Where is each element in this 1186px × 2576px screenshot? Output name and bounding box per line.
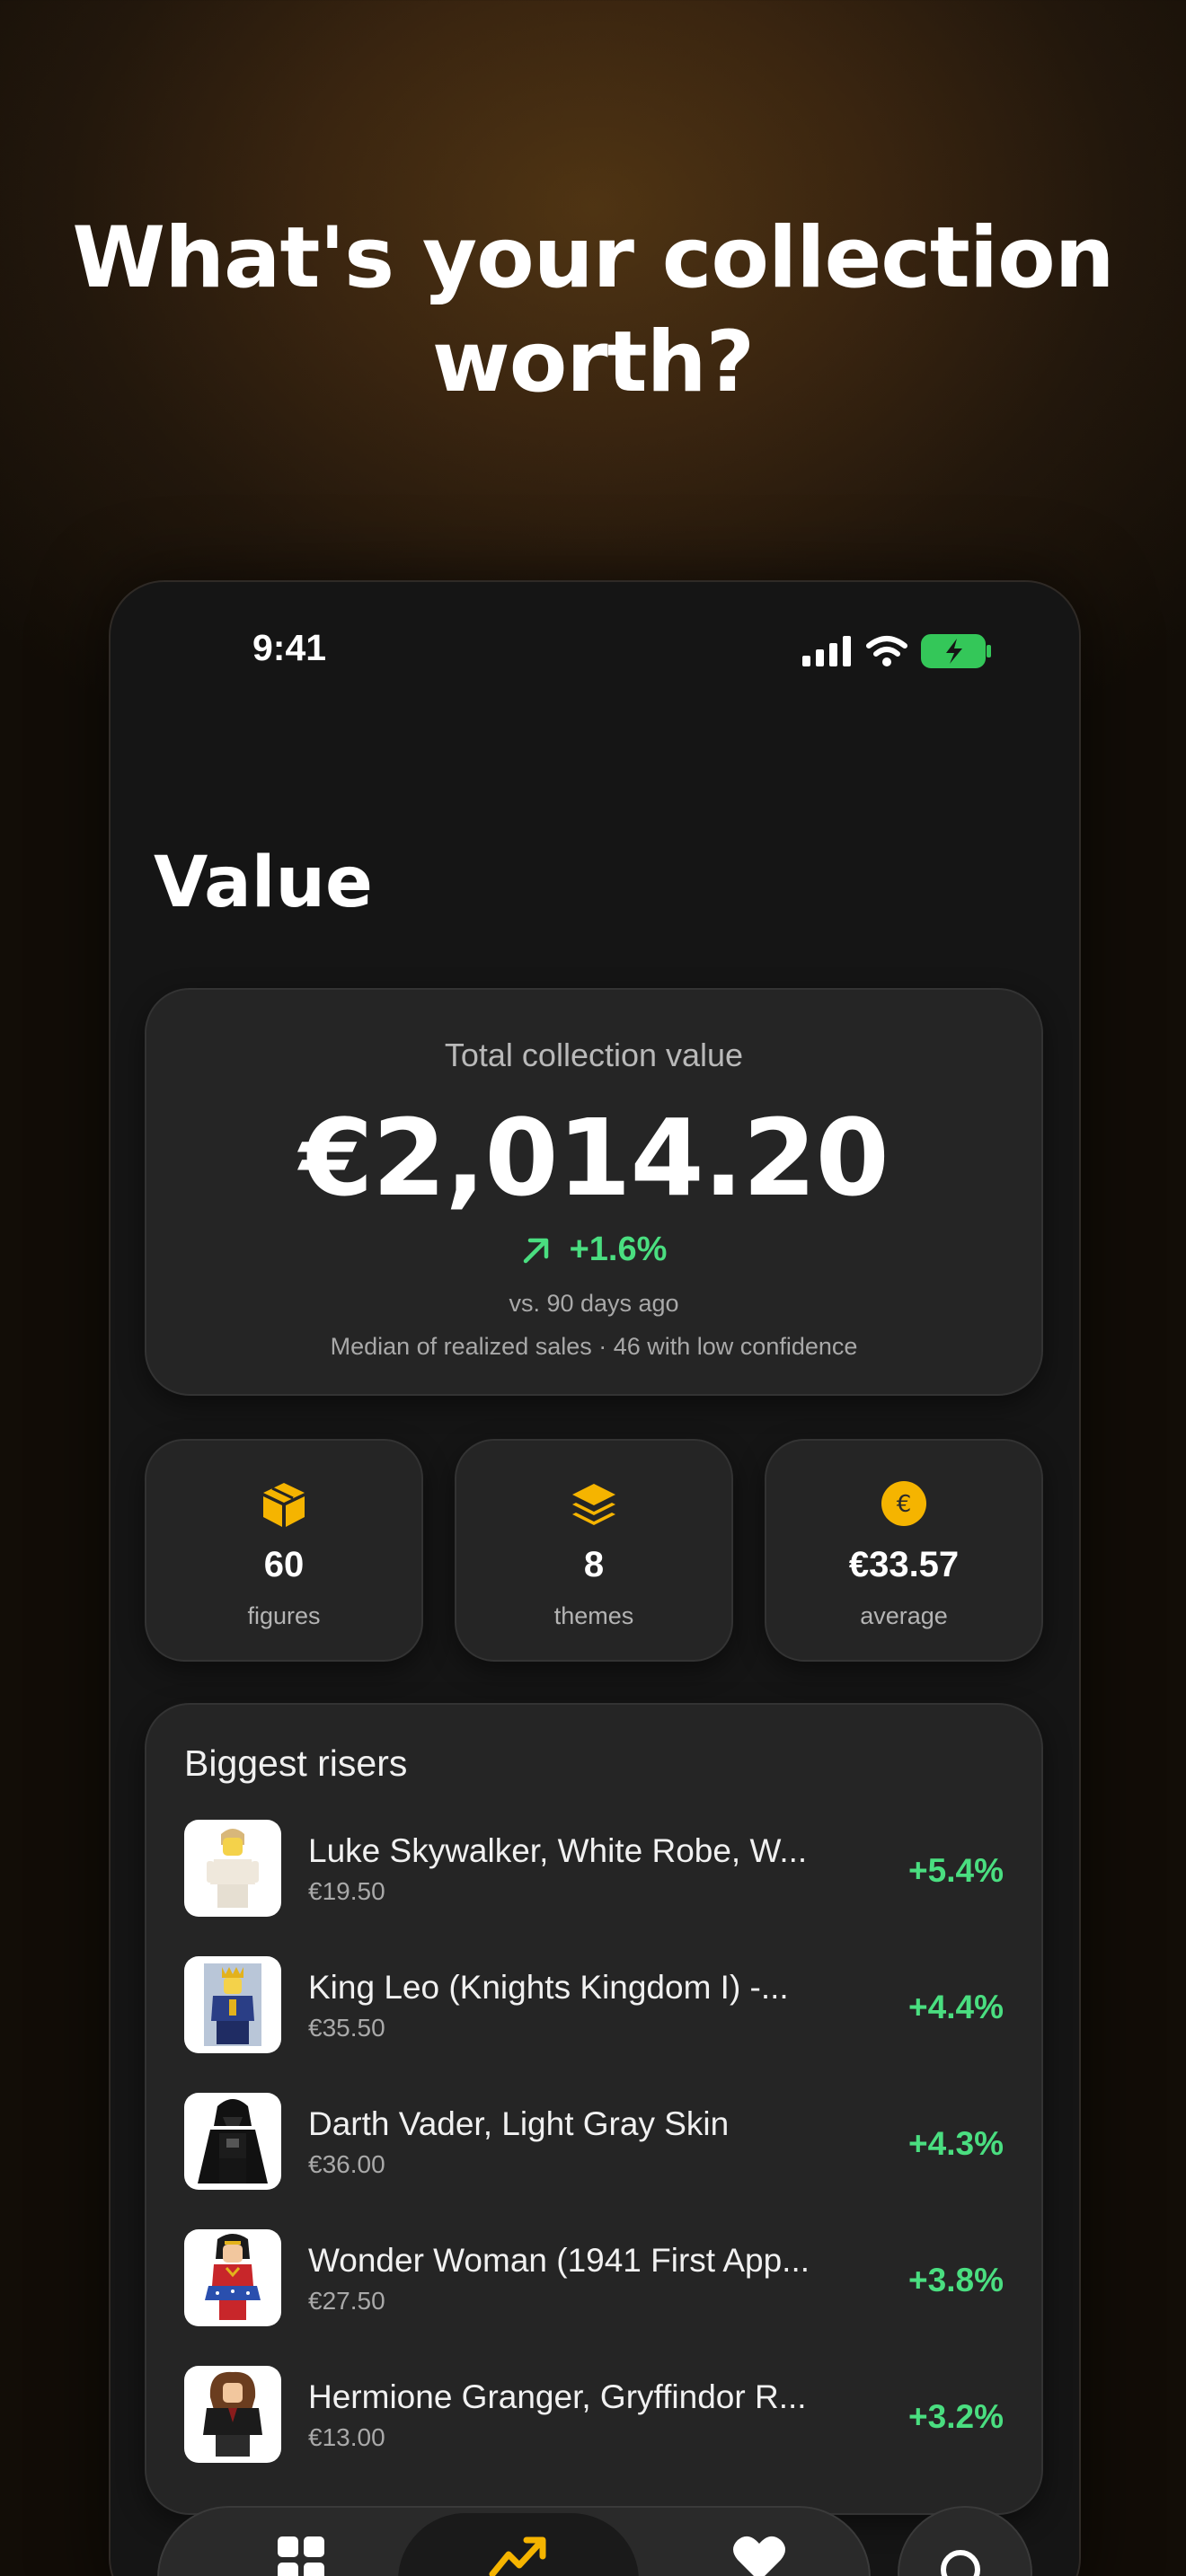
hero-line-1: What's your collection: [72, 209, 1114, 307]
stat-label: themes: [553, 1602, 634, 1629]
tab-wishlist[interactable]: [723, 2535, 795, 2576]
stat-card-average: € €33.57 average: [765, 1439, 1043, 1662]
riser-change: +4.3%: [908, 2125, 1004, 2162]
luke-minifigure-image: [207, 1829, 259, 1908]
stat-label: figures: [247, 1602, 321, 1629]
minifigure-thumbnail: [184, 2093, 281, 2190]
riser-price: €35.50: [308, 2014, 385, 2042]
total-value-amount: €2,014.20: [299, 1096, 889, 1220]
riser-change: +3.2%: [908, 2398, 1004, 2435]
stat-value: 8: [583, 1545, 605, 1584]
list-item[interactable]: Hermione Granger, Gryffindor R... €13.00…: [184, 2366, 1004, 2463]
tab-bar: [157, 2506, 871, 2576]
stat-card-themes: 8 themes: [455, 1439, 733, 1662]
minifigure-thumbnail: [184, 1820, 281, 1917]
hermione-minifigure-image: [203, 2371, 262, 2457]
hero-line-2: worth?: [431, 313, 755, 411]
wonder-woman-minifigure-image: [205, 2234, 261, 2320]
grid-icon: [278, 2536, 324, 2576]
page-title: Value: [154, 842, 373, 923]
stat-value: 60: [263, 1545, 305, 1584]
list-item[interactable]: Darth Vader, Light Gray Skin €36.00 +4.3…: [184, 2093, 1004, 2190]
risers-title: Biggest risers: [184, 1742, 408, 1784]
status-time: 9:41: [252, 627, 327, 668]
stat-value: €33.57: [848, 1545, 960, 1584]
search-button[interactable]: [898, 2506, 1032, 2576]
euro-coin-icon: €: [881, 1481, 926, 1526]
hero-headline: What's your collection worth?: [0, 207, 1186, 415]
minifigure-thumbnail: [184, 2229, 281, 2326]
battery-charging-icon: [921, 634, 991, 668]
trend-up-icon: [489, 2536, 546, 2576]
riser-change: +4.4%: [908, 1989, 1004, 2025]
layers-icon: [572, 1484, 615, 1525]
tab-value[interactable]: [482, 2535, 554, 2576]
darth-vader-minifigure-image: [198, 2099, 268, 2183]
box-icon: [263, 1483, 305, 1527]
status-icons: [802, 634, 993, 668]
tab-collection[interactable]: [265, 2535, 337, 2576]
riser-price: €13.00: [308, 2423, 385, 2451]
search-icon: [941, 2550, 980, 2576]
minifigure-thumbnail: [184, 2366, 281, 2463]
riser-price: €27.50: [308, 2287, 385, 2315]
king-leo-minifigure-image: [204, 1963, 261, 2046]
riser-name: Hermione Granger, Gryffindor R...: [308, 2378, 807, 2415]
arrow-up-right-icon: [523, 1238, 548, 1263]
heart-icon: [733, 2536, 785, 2576]
list-item[interactable]: King Leo (Knights Kingdom I) -... €35.50…: [184, 1956, 1004, 2053]
riser-change: +3.8%: [908, 2262, 1004, 2298]
minifigure-thumbnail: [184, 1956, 281, 2053]
list-item[interactable]: Wonder Woman (1941 First App... €27.50 +…: [184, 2229, 1004, 2326]
riser-price: €19.50: [308, 1877, 385, 1905]
total-note-text: Median of realized sales · 46 with low c…: [330, 1333, 858, 1360]
riser-name: Wonder Woman (1941 First App...: [308, 2242, 810, 2279]
riser-name: Luke Skywalker, White Robe, W...: [308, 1832, 808, 1869]
stat-card-figures: 60 figures: [145, 1439, 423, 1662]
stat-label: average: [860, 1602, 948, 1629]
riser-name: King Leo (Knights Kingdom I) -...: [308, 1969, 789, 2006]
signal-icon: [802, 636, 851, 666]
total-value-card: Total collection value €2,014.20 +1.6% v…: [145, 988, 1043, 1396]
riser-change: +5.4%: [908, 1852, 1004, 1889]
total-compare-text: vs. 90 days ago: [509, 1290, 679, 1317]
total-value-label: Total collection value: [444, 1037, 744, 1073]
riser-name: Darth Vader, Light Gray Skin: [308, 2105, 730, 2142]
list-item[interactable]: Luke Skywalker, White Robe, W... €19.50 …: [184, 1820, 1004, 1917]
riser-price: €36.00: [308, 2150, 385, 2178]
total-change-percent: +1.6%: [569, 1231, 668, 1268]
total-change: +1.6%: [146, 1231, 1041, 1269]
wifi-icon: [866, 636, 907, 666]
biggest-risers-card: Biggest risers Luke Skywalker, White Rob…: [145, 1703, 1043, 2515]
phone-screen: 9:41 Value Total collection value €2,014…: [109, 580, 1081, 2576]
svg-text:€: €: [897, 1491, 912, 1518]
